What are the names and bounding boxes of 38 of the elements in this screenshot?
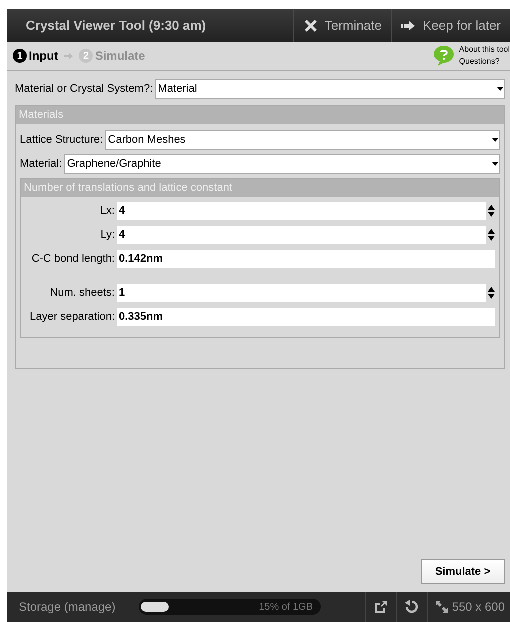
arrow-right-icon xyxy=(400,20,417,30)
panel-title: Materials xyxy=(16,106,504,124)
dropdown-select[interactable]: Carbon Meshes xyxy=(105,130,500,150)
field-label: Lx: xyxy=(99,205,115,217)
step-tab[interactable]: 1 Input xyxy=(13,49,58,63)
field-label: Num. sheets: xyxy=(49,287,115,299)
field-label: Material: xyxy=(20,158,62,170)
panel-title: Number of translations and lattice constant xyxy=(21,179,499,197)
dropdown-caret-icon[interactable] xyxy=(497,86,504,92)
field-label: Ly: xyxy=(100,229,115,241)
resize-button[interactable]: 550 x 600 xyxy=(427,592,510,622)
arrow-right-icon xyxy=(64,52,74,60)
text-field[interactable]: 0.142nm xyxy=(117,250,495,268)
number-field[interactable]: 1 xyxy=(117,284,486,302)
help-link[interactable]: About this tool xyxy=(459,44,510,56)
spinner-arrows-icon[interactable] xyxy=(488,287,495,299)
resize-icon xyxy=(436,601,448,613)
system-select[interactable]: Material xyxy=(155,79,505,99)
window-title: Crystal Viewer Tool (9:30 am) xyxy=(25,17,208,35)
dropdown-caret-icon[interactable] xyxy=(492,161,499,167)
text-field[interactable]: 0.335nm xyxy=(117,308,495,326)
storage-reading: 15% of 1GB xyxy=(259,602,313,612)
number-field[interactable]: 4 xyxy=(117,226,486,244)
field-label: Lattice Structure: xyxy=(20,134,104,146)
field-label: C-C bond length: xyxy=(30,253,115,265)
header-action-button[interactable]: Terminate xyxy=(292,9,391,42)
spinner-arrows-icon[interactable] xyxy=(488,205,495,217)
help-link[interactable]: Questions? xyxy=(459,56,510,68)
header-action-button[interactable]: Keep for later xyxy=(390,9,510,42)
number-field[interactable]: 4 xyxy=(117,202,486,220)
field-label: Layer separation: xyxy=(29,311,115,323)
close-icon xyxy=(302,18,319,34)
simulate-button[interactable]: Simulate > xyxy=(421,559,505,584)
field-label: Material or Crystal System?: xyxy=(15,83,154,95)
dropdown-select[interactable]: Graphene/Graphite xyxy=(64,154,500,174)
storage-link[interactable]: Storage (manage) xyxy=(7,600,139,614)
dropdown-caret-icon[interactable] xyxy=(492,137,499,143)
spinner-arrows-icon[interactable] xyxy=(488,229,495,241)
